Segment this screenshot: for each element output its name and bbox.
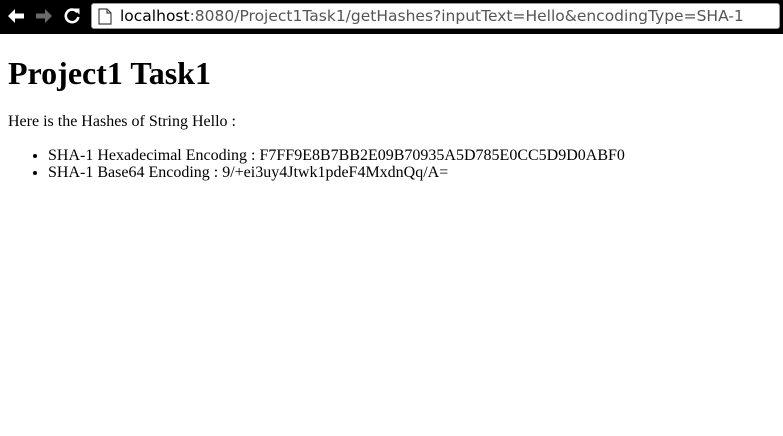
list-item-base64-hash: SHA-1 Base64 Encoding : 9/+ei3uy4Jtwk1pd… — [48, 164, 783, 181]
url-path: :8080/Project1Task1/getHashes?inputText=… — [189, 7, 744, 25]
browser-toolbar: localhost:8080/Project1Task1/getHashes?i… — [0, 0, 783, 33]
hash-list: SHA-1 Hexadecimal Encoding : F7FF9E8B7BB… — [8, 147, 783, 181]
page-content: Project1 Task1 Here is the Hashes of Str… — [8, 34, 783, 181]
list-item-hex-hash: SHA-1 Hexadecimal Encoding : F7FF9E8B7BB… — [48, 147, 783, 164]
url-host: localhost — [120, 7, 190, 25]
forward-arrow-icon[interactable] — [33, 6, 55, 26]
page-icon — [98, 7, 112, 25]
page-title: Project1 Task1 — [8, 55, 211, 91]
url-text: localhost:8080/Project1Task1/getHashes?i… — [120, 7, 744, 25]
url-bar[interactable]: localhost:8080/Project1Task1/getHashes?i… — [91, 3, 780, 29]
intro-text: Here is the Hashes of String Hello : — [8, 113, 236, 130]
back-arrow-icon[interactable] — [5, 6, 27, 26]
reload-icon[interactable] — [61, 6, 83, 26]
